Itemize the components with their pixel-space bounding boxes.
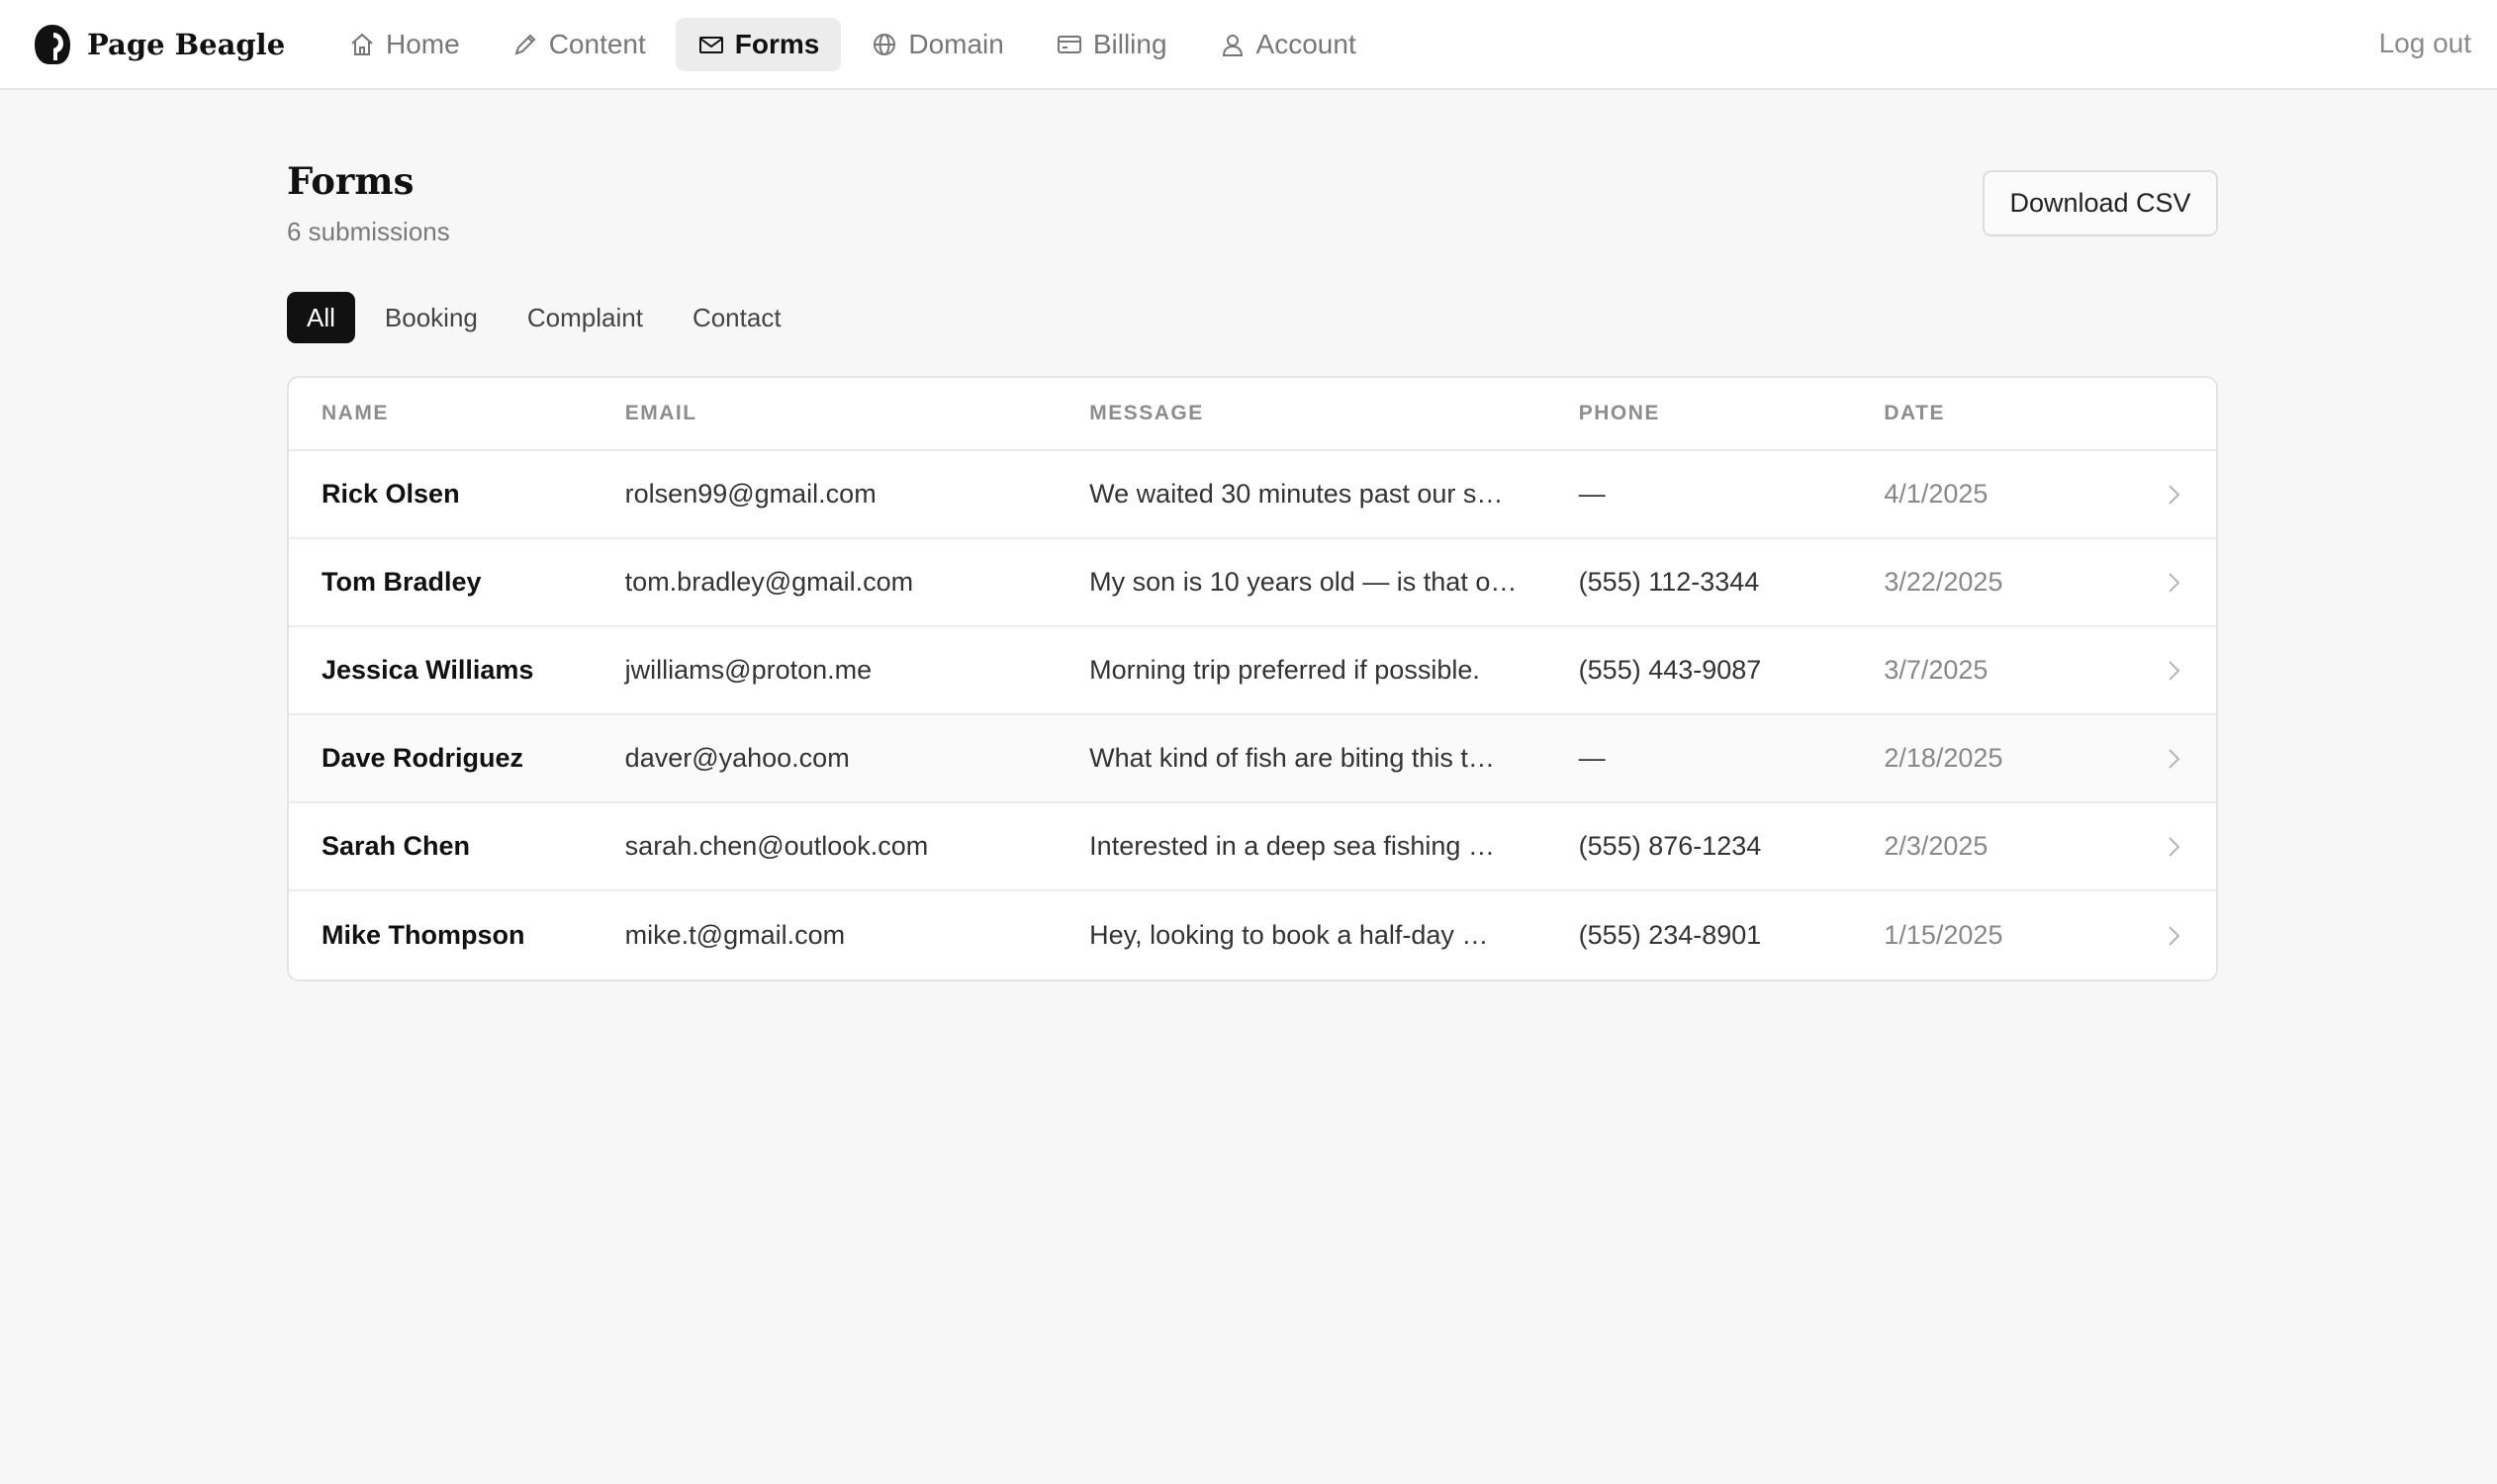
- column-header-date: DATE: [1884, 402, 1945, 424]
- chevron-right-icon: [2169, 748, 2180, 769]
- nav-domain[interactable]: Domain: [849, 18, 1025, 71]
- submissions-table: NAME EMAIL MESSAGE PHONE DATE Rick Olsen…: [287, 376, 2218, 981]
- nav-account-label: Account: [1255, 28, 1356, 59]
- submission-date: 2/18/2025: [1884, 743, 2003, 773]
- submitter-email: jwilliams@proton.me: [624, 655, 873, 685]
- globe-icon: [874, 33, 896, 55]
- message-preview: Interested in a deep sea fishing …: [1089, 831, 1495, 861]
- submitter-email: tom.bradley@gmail.com: [624, 567, 914, 597]
- nav-domain-label: Domain: [908, 28, 1004, 59]
- pencil-icon: [514, 34, 536, 55]
- table-header: NAME EMAIL MESSAGE PHONE DATE: [289, 378, 2216, 451]
- chevron-right-icon: [2169, 836, 2180, 857]
- chevron-right-icon: [2169, 572, 2180, 593]
- row-chevron: [2131, 658, 2216, 684]
- message-preview: My son is 10 years old — is that o…: [1089, 567, 1518, 597]
- row-chevron: [2131, 482, 2216, 508]
- nav-content-label: Content: [548, 28, 646, 59]
- table-row[interactable]: Sarah Chen sarah.chen@outlook.com Intere…: [289, 803, 2216, 891]
- download-csv-button[interactable]: Download CSV: [1983, 170, 2218, 236]
- logout-link[interactable]: Log out: [2379, 28, 2471, 59]
- submitter-email: rolsen99@gmail.com: [624, 479, 877, 509]
- tab-all[interactable]: All: [287, 292, 355, 343]
- submitter-name: Mike Thompson: [322, 920, 525, 950]
- tab-booking[interactable]: Booking: [365, 292, 498, 343]
- column-header-name: NAME: [322, 402, 389, 424]
- column-header-phone: PHONE: [1578, 402, 1660, 424]
- column-header-email: EMAIL: [624, 402, 697, 424]
- page-title: Forms: [287, 159, 415, 203]
- submission-date: 2/3/2025: [1884, 831, 1988, 861]
- message-preview: Morning trip preferred if possible.: [1089, 655, 1480, 685]
- table-row[interactable]: Jessica Williams jwilliams@proton.me Mor…: [289, 627, 2216, 715]
- tab-complaint[interactable]: Complaint: [508, 292, 663, 343]
- submitter-phone: (555) 112-3344: [1578, 567, 1760, 597]
- submitter-email: mike.t@gmail.com: [624, 920, 846, 950]
- chevron-right-icon: [2169, 484, 2180, 505]
- message-preview: Hey, looking to book a half-day …: [1089, 920, 1489, 950]
- submitter-phone: —: [1578, 743, 1606, 773]
- row-chevron: [2131, 923, 2216, 949]
- submitter-phone: (555) 876-1234: [1578, 831, 1762, 861]
- message-preview: We waited 30 minutes past our s…: [1089, 479, 1504, 509]
- chevron-right-icon: [2169, 925, 2180, 946]
- brand-name: Page Beagle: [87, 27, 286, 61]
- envelope-icon: [698, 36, 723, 53]
- submitter-name: Sarah Chen: [322, 831, 471, 861]
- nav-forms-label: Forms: [734, 28, 820, 59]
- chevron-right-icon: [2169, 660, 2180, 681]
- submitter-phone: —: [1578, 479, 1606, 509]
- main-nav: Home Content Forms Domain Billing Accoun…: [326, 17, 1378, 71]
- submitter-phone: (555) 234-8901: [1578, 920, 1762, 950]
- nav-billing-label: Billing: [1092, 28, 1167, 59]
- nav-content[interactable]: Content: [490, 18, 668, 71]
- row-chevron: [2131, 746, 2216, 772]
- nav-forms[interactable]: Forms: [675, 17, 842, 71]
- submitter-name: Tom Bradley: [322, 567, 482, 597]
- column-header-message: MESSAGE: [1089, 402, 1204, 424]
- table-row[interactable]: Rick Olsen rolsen99@gmail.com We waited …: [289, 451, 2216, 539]
- nav-home-label: Home: [386, 28, 460, 59]
- table-row[interactable]: Tom Bradley tom.bradley@gmail.com My son…: [289, 539, 2216, 627]
- submitter-email: daver@yahoo.com: [624, 743, 850, 773]
- row-chevron: [2131, 834, 2216, 860]
- nav-home[interactable]: Home: [326, 18, 482, 71]
- nav-account[interactable]: Account: [1197, 18, 1378, 71]
- beagle-logo-icon: [35, 24, 70, 64]
- top-navigation-bar: Page Beagle Home Content Forms Domain Bi…: [0, 0, 2497, 90]
- filter-tabs: All Booking Complaint Contact: [287, 292, 801, 343]
- user-icon: [1222, 34, 1243, 56]
- submission-date: 4/1/2025: [1884, 479, 1988, 509]
- house-icon: [351, 33, 373, 55]
- submitter-name: Dave Rodriguez: [322, 743, 524, 773]
- submitter-name: Jessica Williams: [322, 655, 534, 685]
- submitter-phone: (555) 443-9087: [1578, 655, 1762, 685]
- submission-date: 3/7/2025: [1884, 655, 1988, 685]
- tab-contact[interactable]: Contact: [673, 292, 801, 343]
- submission-date: 1/15/2025: [1884, 920, 2003, 950]
- submitter-name: Rick Olsen: [322, 479, 460, 509]
- row-chevron: [2131, 570, 2216, 596]
- table-row[interactable]: Dave Rodriguez daver@yahoo.com What kind…: [289, 715, 2216, 803]
- nav-billing[interactable]: Billing: [1034, 18, 1189, 71]
- submission-date: 3/22/2025: [1884, 567, 2003, 597]
- table-row[interactable]: Mike Thompson mike.t@gmail.com Hey, look…: [289, 891, 2216, 979]
- credit-card-icon: [1057, 35, 1081, 53]
- submitter-email: sarah.chen@outlook.com: [624, 831, 929, 861]
- brand[interactable]: Page Beagle: [32, 23, 326, 66]
- submission-count: 6 submissions: [287, 217, 450, 246]
- message-preview: What kind of fish are biting this t…: [1089, 743, 1495, 773]
